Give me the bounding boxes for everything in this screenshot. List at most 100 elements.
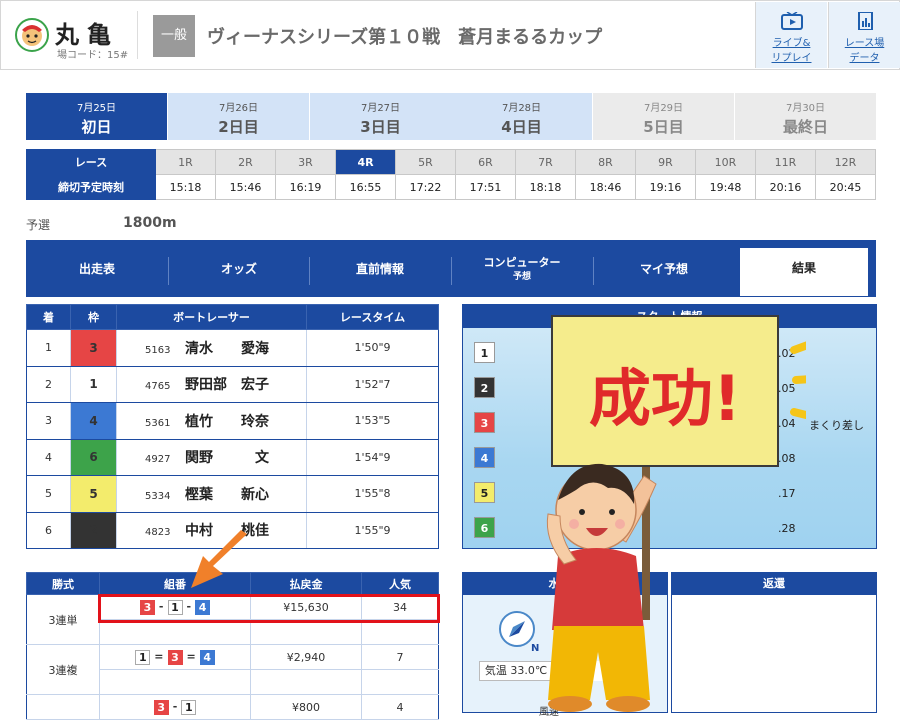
racer-reg-number: 4927 <box>145 454 171 466</box>
race-link-12r[interactable]: 12R <box>815 149 876 175</box>
race-link-6r[interactable]: 6R <box>455 149 516 175</box>
live-replay-button[interactable]: ライブ& リプレイ <box>755 2 827 68</box>
race-link-11r[interactable]: 11R <box>755 149 816 175</box>
combo-boat: 4 <box>199 649 215 665</box>
race-link-3r[interactable]: 3R <box>275 149 336 175</box>
race-link-8r[interactable]: 8R <box>575 149 636 175</box>
col-payout: 払戻金 <box>250 572 362 595</box>
lane-badge: 4 <box>474 447 495 468</box>
day-date: 7月27日 <box>360 103 401 114</box>
combination: 3-1 <box>99 694 251 720</box>
race-time: 1'54"9 <box>306 438 439 476</box>
racer-reg-number: 5361 <box>145 417 171 429</box>
racer-name: 関野 文 <box>185 450 269 467</box>
race-time: 1'55"9 <box>306 511 439 549</box>
tab-results[interactable]: 結果 <box>740 248 868 296</box>
race-link-9r[interactable]: 9R <box>635 149 696 175</box>
day-name: 2日目 <box>218 118 259 136</box>
lane-badge: 2 <box>474 377 495 398</box>
bet-type: 3連単 <box>26 594 100 645</box>
waku-number: 2 <box>70 511 117 549</box>
wind-compass-icon <box>499 611 535 647</box>
venue-code: 場コード：15# <box>57 50 129 61</box>
day-tab-6: 7月30日 最終日 <box>735 93 876 140</box>
popularity: 7 <box>361 644 439 670</box>
deadline-time: 17:22 <box>395 174 456 200</box>
deadline-time: 15:18 <box>155 174 216 200</box>
deadline-time: 16:55 <box>335 174 396 200</box>
tab-pre-race-info[interactable]: 直前情報 <box>309 249 451 297</box>
day-date: 7月29日 <box>643 103 684 114</box>
tab-computer-label-2: 予想 <box>512 272 531 282</box>
day-tab-2[interactable]: 7月26日 2日目 <box>168 93 309 140</box>
table-row: 2 1 4765 野田部 宏子 1'52"7 <box>26 365 439 403</box>
table-row: 3 4 5361 植竹 玲奈 1'53"5 <box>26 402 439 440</box>
tab-computer-prediction[interactable]: コンピューター 予想 <box>451 249 593 297</box>
race-link-1r[interactable]: 1R <box>155 149 216 175</box>
deadline-time: 18:46 <box>575 174 636 200</box>
day-tab-1[interactable]: 7月25日 初日 <box>26 93 167 140</box>
day-tab-3[interactable]: 7月27日 3日目 <box>310 93 451 140</box>
racer-name: 樫葉 新心 <box>185 486 269 503</box>
day-name: 初日 <box>81 118 112 136</box>
table-row: 4 6 4927 関野 文 1'54"9 <box>26 438 439 476</box>
combo-boat: 3 <box>167 649 183 665</box>
racer-cell[interactable]: 5163 清水 愛海 <box>116 329 307 367</box>
day-name: 4日目 <box>501 118 542 136</box>
rank: 2 <box>26 365 71 403</box>
day-name: 最終日 <box>782 118 828 136</box>
venue-data-button[interactable]: レース場 データ <box>828 2 900 68</box>
results-header-row: 着 枠 ボートレーサー レースタイム <box>26 304 439 330</box>
tab-my-prediction[interactable]: マイ予想 <box>593 249 735 297</box>
results-table: 着 枠 ボートレーサー レースタイム 1 3 5163 清水 愛海 1'50"9 … <box>26 304 439 549</box>
race-type: 予選 <box>26 218 51 232</box>
tab-odds[interactable]: オッズ <box>168 249 310 297</box>
racer-cell[interactable]: 5361 植竹 玲奈 <box>116 402 307 440</box>
table-row: 3-1 ¥800 4 <box>26 694 439 720</box>
racer-reg-number: 5163 <box>145 344 171 356</box>
live-label-2: リプレイ <box>771 53 812 64</box>
race-time: 1'52"7 <box>306 365 439 403</box>
deadline-time: 15:46 <box>215 174 276 200</box>
winning-move: まくり差し <box>809 419 864 432</box>
tv-icon <box>780 12 803 30</box>
deadline-row: 締切予定時刻 15:18 15:46 16:19 16:55 17:22 17:… <box>26 174 876 200</box>
venue-logo-icon <box>15 18 49 52</box>
payout-amount: ¥2,940 <box>250 644 362 670</box>
col-waku: 枠 <box>70 304 117 330</box>
racer-reg-number: 4823 <box>145 527 171 539</box>
race-link-2r[interactable]: 2R <box>215 149 276 175</box>
deadline-time: 19:16 <box>635 174 696 200</box>
racer-reg-number: 5334 <box>145 490 171 502</box>
rank: 1 <box>26 329 71 367</box>
tab-computer-label-1: コンピューター <box>483 256 561 269</box>
payout-amount: ¥800 <box>250 694 362 720</box>
race-link-10r[interactable]: 10R <box>695 149 756 175</box>
day-tab-5: 7月29日 5日目 <box>593 93 734 140</box>
race-time: 1'50"9 <box>306 329 439 367</box>
day-tab-4[interactable]: 7月28日 4日目 <box>451 93 592 140</box>
popularity: 4 <box>361 694 439 720</box>
live-label-1: ライブ& <box>772 38 811 49</box>
lane-badge: 5 <box>474 482 495 503</box>
lane-badge: 1 <box>474 342 495 363</box>
racer-cell[interactable]: 5334 樫葉 新心 <box>116 475 307 513</box>
day-date: 7月28日 <box>501 103 542 114</box>
rank: 3 <box>26 402 71 440</box>
racer-cell[interactable]: 4927 関野 文 <box>116 438 307 476</box>
race-number-row: レース 1R 2R 3R 4R 5R 6R 7R 8R 9R 10R 11R 1… <box>26 149 876 175</box>
race-link-4r[interactable]: 4R <box>335 149 396 175</box>
race-time: 1'55"8 <box>306 475 439 513</box>
success-sign-mascot: 成功! <box>546 315 806 712</box>
col-popularity: 人気 <box>361 572 439 595</box>
race-link-5r[interactable]: 5R <box>395 149 456 175</box>
deadline-time: 18:18 <box>515 174 576 200</box>
race-link-7r[interactable]: 7R <box>515 149 576 175</box>
racer-name: 植竹 玲奈 <box>185 413 269 430</box>
pointer-arrow-icon <box>191 530 247 588</box>
tab-entry-list[interactable]: 出走表 <box>26 249 168 297</box>
racer-cell[interactable]: 4765 野田部 宏子 <box>116 365 307 403</box>
racer-name: 野田部 宏子 <box>185 377 269 394</box>
table-row: 3連複 1 = 3 = 4 ¥2,940 7 <box>26 644 439 695</box>
col-race-time: レースタイム <box>306 304 439 330</box>
